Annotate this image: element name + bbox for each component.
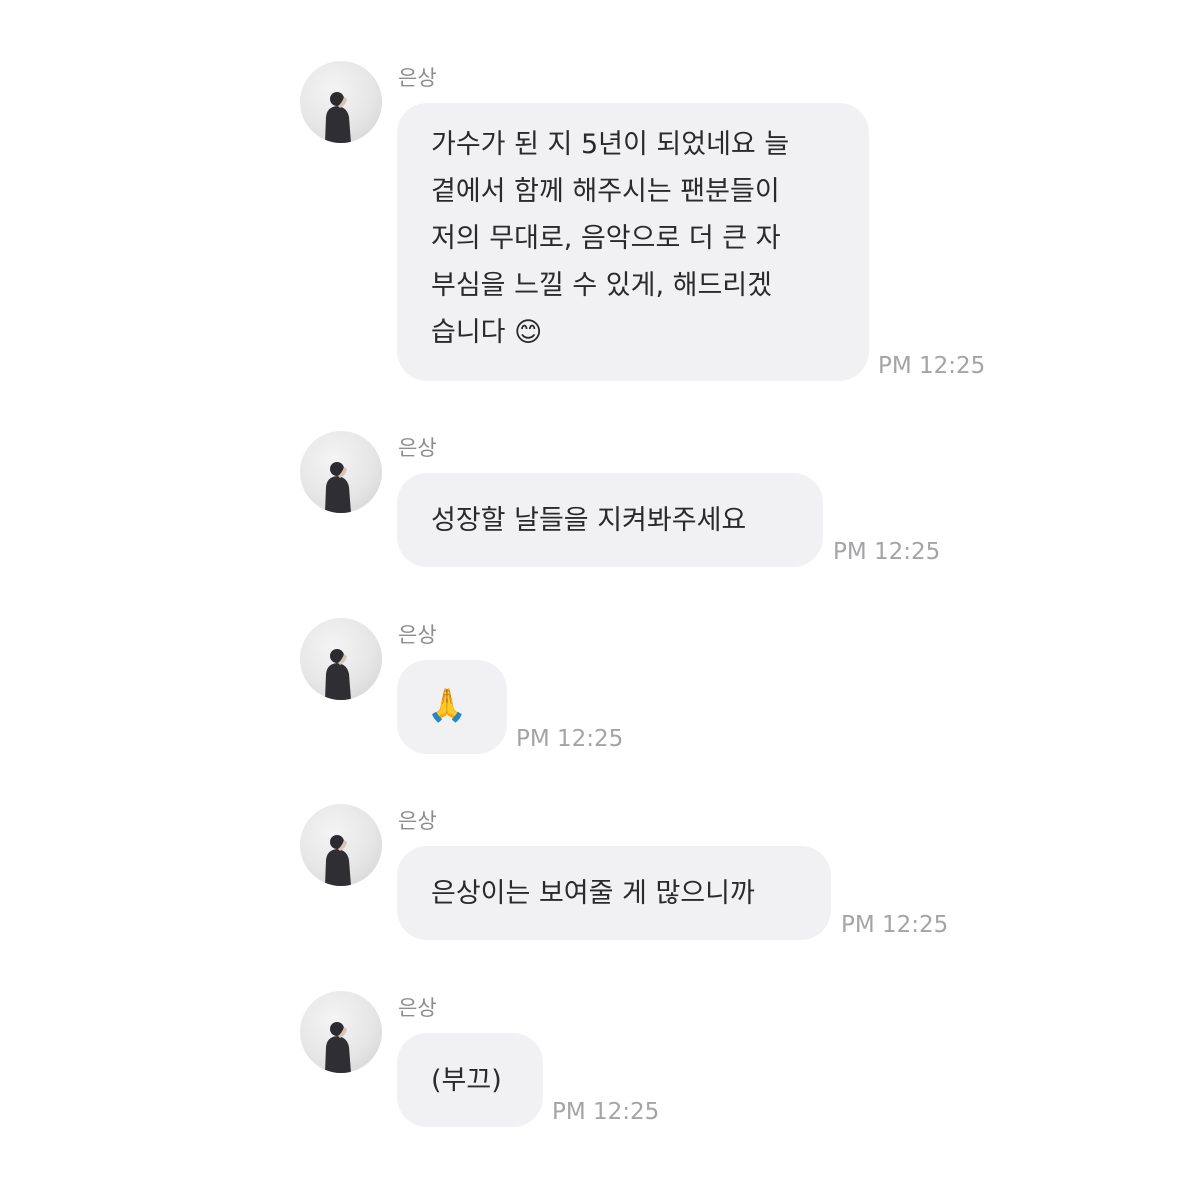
timestamp: PM 12:25 [841,912,949,938]
avatar[interactable] [300,991,382,1073]
message-bubble[interactable]: 은상이는 보여줄 게 많으니까 [397,846,831,940]
message-text: 저의 무대로, 음악으로 더 큰 자 [431,223,781,254]
message-bubble[interactable]: 성장할 날들을 지켜봐주세요 [397,473,823,567]
message-bubble[interactable]: 🙏 [397,660,507,754]
message-text: 곁에서 함께 해주시는 팬분들이 [431,176,780,207]
sender-name: 은상 [398,996,437,1020]
avatar[interactable] [300,804,382,886]
avatar[interactable] [300,431,382,513]
sender-name: 은상 [398,809,437,833]
avatar[interactable] [300,618,382,700]
message-text: 은상이는 보여줄 게 많으니까 [431,878,755,909]
timestamp: PM 12:25 [878,353,986,379]
sender-name: 은상 [398,66,437,90]
message-text: 가수가 된 지 5년이 되었네요 늘 [431,129,790,160]
message-text: 습니다 😊 [431,317,543,348]
timestamp: PM 12:25 [516,726,624,752]
message-bubble[interactable]: 가수가 된 지 5년이 되었네요 늘 곁에서 함께 해주시는 팬분들이 저의 무… [397,103,869,381]
folded-hands-emoji: 🙏 [427,686,467,724]
sender-name: 은상 [398,623,437,647]
timestamp: PM 12:25 [552,1099,660,1125]
message-text: 부심을 느낄 수 있게, 해드리겠 [431,270,772,301]
timestamp: PM 12:25 [833,539,941,565]
message-text: (부끄) [431,1065,502,1096]
message-bubble[interactable]: (부끄) [397,1033,543,1127]
avatar[interactable] [300,61,382,143]
message-text: 성장할 날들을 지켜봐주세요 [431,505,747,536]
sender-name: 은상 [398,436,437,460]
